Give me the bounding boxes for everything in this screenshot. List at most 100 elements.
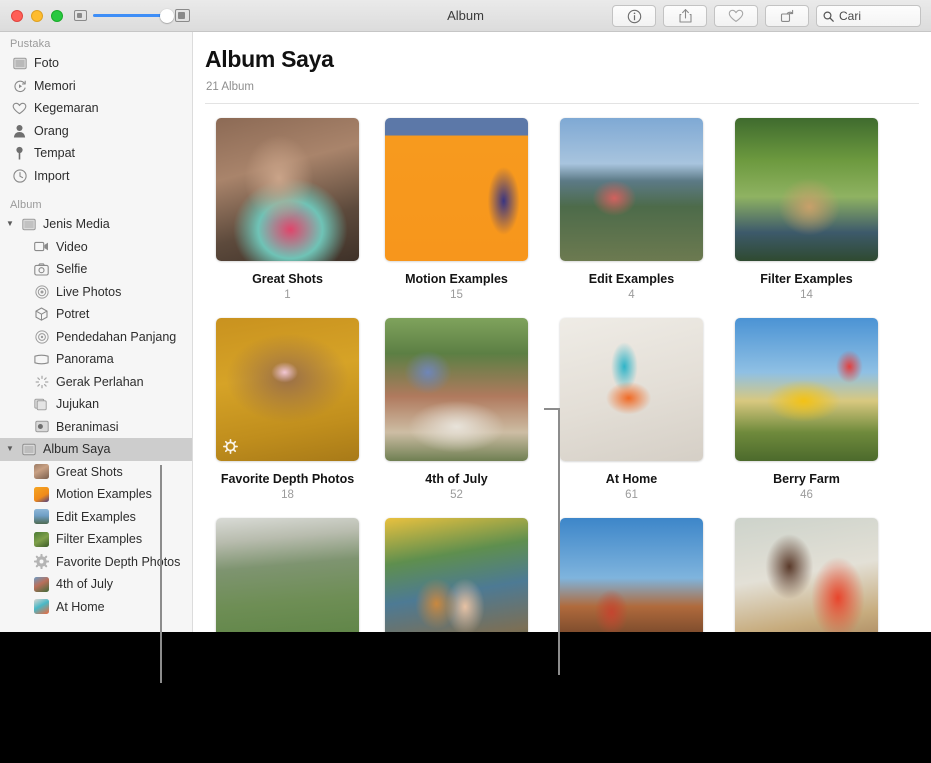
- heart-icon: [728, 9, 744, 23]
- search-input[interactable]: Cari: [816, 5, 921, 27]
- album-cell-favorite-depth-photos[interactable]: Favorite Depth Photos 18: [194, 318, 369, 501]
- sidebar-item-pendedahan-panjang[interactable]: Pendedahan Panjang: [0, 326, 192, 349]
- sidebar-item-import[interactable]: Import: [0, 165, 192, 188]
- album-thumbnail: [34, 599, 49, 614]
- sidebar-item-selfie[interactable]: Selfie: [0, 258, 192, 281]
- sidebar-item-label: Tempat: [34, 146, 75, 160]
- search-placeholder: Cari: [839, 9, 861, 23]
- toolbar-buttons: Cari: [612, 5, 921, 27]
- album-cell-row3-4[interactable]: [719, 518, 894, 632]
- sidebar-item-label: Panorama: [56, 352, 114, 366]
- sidebar-item-favorite-depth-photos[interactable]: Favorite Depth Photos: [0, 551, 192, 574]
- album-thumbnail[interactable]: [560, 118, 703, 261]
- album-name: Motion Examples: [405, 272, 508, 286]
- album-thumbnail-wrap[interactable]: [385, 318, 528, 461]
- album-name: 4th of July: [425, 472, 488, 486]
- sidebar-item-kegemaran[interactable]: Kegemaran: [0, 97, 192, 120]
- album-thumbnail-wrap[interactable]: [216, 318, 359, 461]
- album-thumbnail-wrap[interactable]: [385, 118, 528, 261]
- thumbnail-size-slider[interactable]: [74, 9, 190, 22]
- album-thumbnail-wrap[interactable]: [735, 118, 878, 261]
- sidebar: Pustaka Foto Memori: [0, 32, 193, 632]
- minimize-button[interactable]: [31, 10, 43, 22]
- album-thumbnail-wrap[interactable]: [216, 518, 359, 632]
- close-button[interactable]: [11, 10, 23, 22]
- album-cell-berry-farm[interactable]: Berry Farm 46: [719, 318, 894, 501]
- chevron-down-icon[interactable]: ▼: [6, 220, 15, 228]
- album-thumbnail[interactable]: [216, 518, 359, 632]
- info-icon: [627, 9, 642, 24]
- album-cell-great-shots[interactable]: Great Shots 1: [194, 118, 369, 301]
- album-thumbnail[interactable]: [385, 518, 528, 632]
- sidebar-item-potret[interactable]: Potret: [0, 303, 192, 326]
- sidebar-item-jujukan[interactable]: Jujukan: [0, 393, 192, 416]
- sidebar-item-live-photos[interactable]: Live Photos: [0, 281, 192, 304]
- album-count: 21 Album: [206, 81, 254, 93]
- album-thumbnail[interactable]: [735, 118, 878, 261]
- sidebar-item-label: Memori: [34, 79, 76, 93]
- album-cell-filter-examples[interactable]: Filter Examples 14: [719, 118, 894, 301]
- album-cell-motion-examples[interactable]: Motion Examples 15: [369, 118, 544, 301]
- zoom-button[interactable]: [51, 10, 63, 22]
- album-thumbnail[interactable]: [735, 518, 878, 632]
- sidebar-item-label: Gerak Perlahan: [56, 375, 144, 389]
- album-item-count: 46: [800, 489, 813, 501]
- sidebar-item-at-home[interactable]: At Home: [0, 596, 192, 619]
- sidebar-item-beranimasi[interactable]: Beranimasi: [0, 416, 192, 439]
- slider-knob[interactable]: [160, 9, 174, 23]
- album-item-count: 52: [450, 489, 463, 501]
- album-cell-row3-1[interactable]: [194, 518, 369, 632]
- album-thumbnail[interactable]: [735, 318, 878, 461]
- sidebar-item-great-shots[interactable]: Great Shots: [0, 461, 192, 484]
- sidebar-item-label: Video: [56, 240, 88, 254]
- sidebar-item-label: Foto: [34, 56, 59, 70]
- sidebar-item-video[interactable]: Video: [0, 236, 192, 259]
- album-thumbnail[interactable]: [385, 118, 528, 261]
- album-thumbnail-wrap[interactable]: [560, 518, 703, 632]
- sidebar-item-label: Album Saya: [43, 442, 110, 456]
- rotate-button[interactable]: [765, 5, 809, 27]
- album-thumbnail[interactable]: [560, 518, 703, 632]
- sidebar-item-memori[interactable]: Memori: [0, 75, 192, 98]
- clock-icon: [12, 168, 27, 183]
- album-thumbnail-wrap[interactable]: [735, 518, 878, 632]
- main-content: Album Saya 21 Album Great Shots 1 Motion…: [194, 32, 931, 632]
- sidebar-item-foto[interactable]: Foto: [0, 52, 192, 75]
- album-thumbnail-wrap[interactable]: [560, 318, 703, 461]
- sidebar-item-jenis-media[interactable]: ▼ Jenis Media: [0, 213, 192, 236]
- share-button[interactable]: [663, 5, 707, 27]
- info-button[interactable]: [612, 5, 656, 27]
- sidebar-item-orang[interactable]: Orang: [0, 120, 192, 143]
- sidebar-item-tempat[interactable]: Tempat: [0, 142, 192, 165]
- album-thumbnail-wrap[interactable]: [216, 118, 359, 261]
- favorite-button[interactable]: [714, 5, 758, 27]
- sidebar-item-album-saya[interactable]: ▼ Album Saya: [0, 438, 192, 461]
- portrait-icon: [34, 307, 49, 322]
- album-thumbnail[interactable]: [560, 318, 703, 461]
- album-thumbnail-wrap[interactable]: [385, 518, 528, 632]
- album-thumbnail-wrap[interactable]: [735, 318, 878, 461]
- sidebar-item-filter-examples[interactable]: Filter Examples: [0, 528, 192, 551]
- album-thumbnail: [34, 509, 49, 524]
- sidebar-item-label: Import: [34, 169, 69, 183]
- sidebar-item-edit-examples[interactable]: Edit Examples: [0, 506, 192, 529]
- album-cell-at-home[interactable]: At Home 61: [544, 318, 719, 501]
- album-thumbnail-wrap[interactable]: [560, 118, 703, 261]
- sidebar-item-motion-examples[interactable]: Motion Examples: [0, 483, 192, 506]
- album-cell-edit-examples[interactable]: Edit Examples 4: [544, 118, 719, 301]
- album-grid: Great Shots 1 Motion Examples 15 Edit Ex…: [194, 118, 931, 632]
- album-cell-row3-2[interactable]: [369, 518, 544, 632]
- sidebar-item-panorama[interactable]: Panorama: [0, 348, 192, 371]
- album-thumbnail[interactable]: [385, 318, 528, 461]
- chevron-down-icon[interactable]: ▼: [6, 445, 15, 453]
- sidebar-item-label: Orang: [34, 124, 69, 138]
- sidebar-item-label: Beranimasi: [56, 420, 119, 434]
- sidebar-item-4th-of-july[interactable]: 4th of July: [0, 573, 192, 596]
- album-cell-row3-3[interactable]: [544, 518, 719, 632]
- album-thumbnail[interactable]: [216, 118, 359, 261]
- animated-icon: [34, 419, 49, 434]
- callout-line-sidebar: [160, 465, 162, 683]
- sidebar-item-gerak-perlahan[interactable]: Gerak Perlahan: [0, 371, 192, 394]
- album-cell-4th-of-july[interactable]: 4th of July 52: [369, 318, 544, 501]
- slider-track[interactable]: [93, 14, 169, 17]
